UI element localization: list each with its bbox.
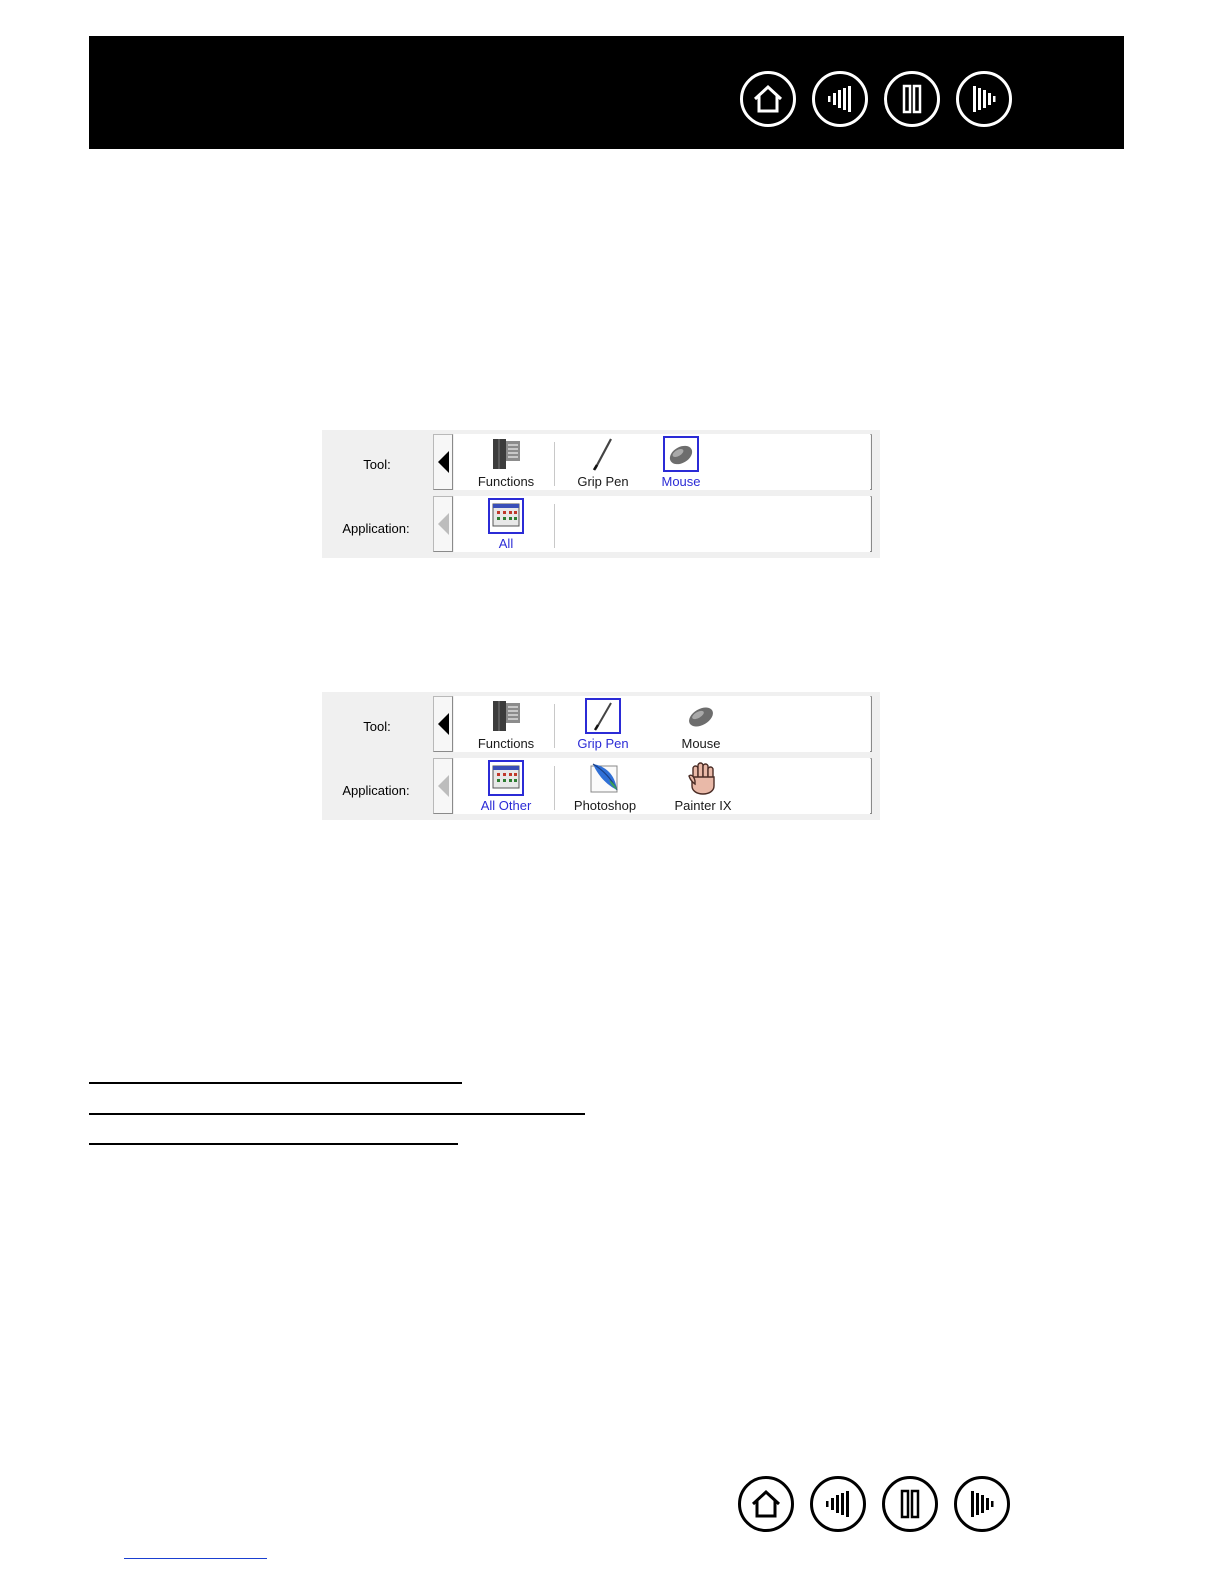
- tool-item-grip-pen[interactable]: Grip Pen: [558, 696, 648, 752]
- top-nav: [740, 71, 1012, 127]
- home-button[interactable]: [740, 71, 796, 127]
- application-label: Application:: [342, 783, 410, 798]
- contents-icon: [826, 1491, 849, 1517]
- arrow-left-icon: [437, 451, 449, 473]
- tool-strip: Functions Grip Pen Mouse: [454, 434, 870, 490]
- arrow-left-icon: [437, 713, 449, 735]
- functions-icon: [488, 436, 524, 472]
- application-item-label: Painter IX: [674, 798, 732, 813]
- arrow-left-icon: [437, 775, 449, 797]
- application-label: Application:: [342, 521, 410, 536]
- tool-item-label: Mouse: [681, 736, 721, 751]
- mouse-icon: [663, 436, 699, 472]
- application-item-label: All Other: [480, 798, 532, 813]
- tool-label: Tool:: [363, 719, 391, 734]
- application-item-label: All: [498, 536, 514, 551]
- index-icon: [902, 84, 922, 114]
- application-scroll-left-button[interactable]: [433, 758, 453, 814]
- tool-item-label: Functions: [477, 736, 535, 751]
- tool-item-mouse[interactable]: Mouse: [656, 696, 746, 752]
- application-item-all[interactable]: All: [461, 496, 551, 552]
- all-apps-icon: [488, 760, 524, 796]
- all-apps-icon: [488, 498, 524, 534]
- next-page-button[interactable]: [956, 71, 1012, 127]
- tool-label: Tool:: [363, 457, 391, 472]
- home-icon: [753, 84, 783, 113]
- strip-divider: [554, 704, 555, 748]
- index-button[interactable]: [882, 1476, 938, 1532]
- link-underline: [89, 1082, 462, 1084]
- index-icon: [900, 1489, 920, 1519]
- tool-strip: Functions Grip Pen Mouse: [454, 696, 870, 752]
- tool-item-grip-pen[interactable]: Grip Pen: [558, 434, 648, 490]
- application-item-photoshop[interactable]: Photoshop: [560, 758, 650, 814]
- grip-pen-icon: [585, 698, 621, 734]
- contents-button[interactable]: [810, 1476, 866, 1532]
- photoshop-feather-icon: [587, 760, 623, 796]
- application-item-painter[interactable]: Painter IX: [658, 758, 748, 814]
- next-page-button[interactable]: [954, 1476, 1010, 1532]
- tool-item-label: Grip Pen: [577, 474, 629, 489]
- next-page-icon: [973, 86, 996, 112]
- mouse-icon: [683, 698, 719, 734]
- home-button[interactable]: [738, 1476, 794, 1532]
- bottom-nav: [738, 1476, 1010, 1532]
- application-strip: All: [454, 496, 870, 552]
- contents-icon: [828, 86, 851, 112]
- tool-item-label: Mouse: [661, 474, 701, 489]
- strip-divider: [554, 504, 555, 548]
- functions-icon: [488, 698, 524, 734]
- grip-pen-icon: [585, 436, 621, 472]
- contents-button[interactable]: [812, 71, 868, 127]
- application-item-label: Photoshop: [573, 798, 637, 813]
- strip-divider: [554, 766, 555, 810]
- tool-application-panel-1: Tool: Application: Functions Grip Pen Mo…: [322, 430, 880, 558]
- application-strip: All Other Photoshop Painter IX: [454, 758, 870, 814]
- link-underline: [89, 1143, 458, 1145]
- tool-scroll-left-button[interactable]: [433, 434, 453, 490]
- link-underline: [89, 1113, 585, 1115]
- tool-item-functions[interactable]: Functions: [461, 434, 551, 490]
- painter-hand-icon: [685, 760, 721, 796]
- tool-item-label: Functions: [477, 474, 535, 489]
- footer-link-underline[interactable]: [124, 1558, 267, 1559]
- index-button[interactable]: [884, 71, 940, 127]
- strip-divider: [554, 442, 555, 486]
- tool-scroll-left-button[interactable]: [433, 696, 453, 752]
- tool-item-functions[interactable]: Functions: [461, 696, 551, 752]
- tool-application-panel-2: Tool: Application: Functions Grip Pen Mo…: [322, 692, 880, 820]
- tool-item-label: Grip Pen: [577, 736, 629, 751]
- application-scroll-left-button[interactable]: [433, 496, 453, 552]
- home-icon: [751, 1489, 781, 1518]
- tool-item-mouse[interactable]: Mouse: [636, 434, 726, 490]
- arrow-left-icon: [437, 513, 449, 535]
- application-item-all-other[interactable]: All Other: [461, 758, 551, 814]
- next-page-icon: [971, 1491, 994, 1517]
